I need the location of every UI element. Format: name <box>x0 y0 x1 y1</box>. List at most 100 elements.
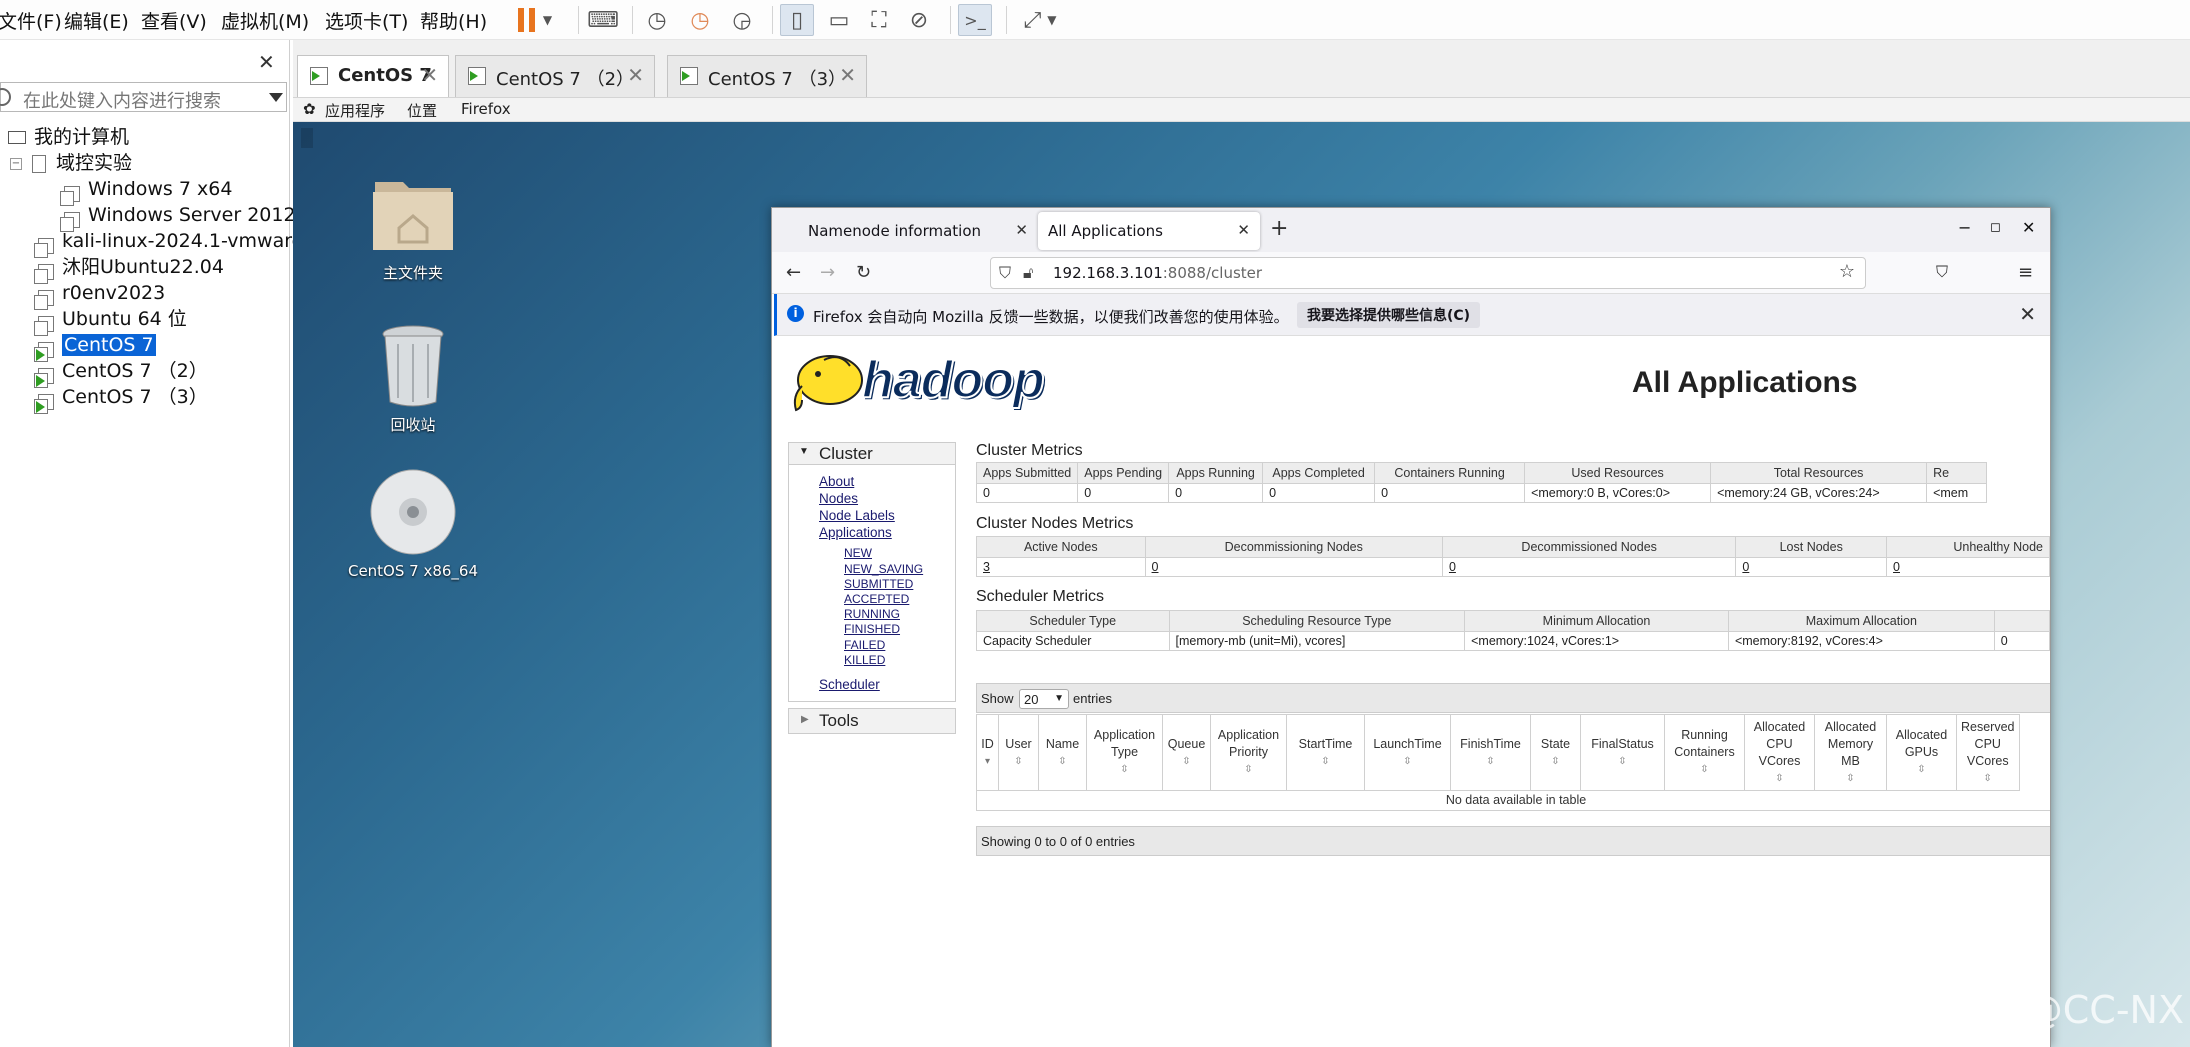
column-finishtime[interactable]: FinishTime ⇳ <box>1450 714 1531 791</box>
decommissioned-nodes-link[interactable]: 0 <box>1441 557 1737 577</box>
column-starttime[interactable]: StartTime ⇳ <box>1286 714 1365 791</box>
nav-link-scheduler[interactable]: Scheduler <box>819 677 880 692</box>
close-icon[interactable]: ✕ <box>839 63 856 87</box>
stretch-button[interactable]: ⤢ ▼ <box>1014 4 1066 36</box>
chevron-down-icon[interactable] <box>269 93 283 102</box>
pause-button[interactable]: ▼ <box>512 4 558 36</box>
tab-centos7-2[interactable]: CentOS 7 （2） ✕ <box>455 55 655 97</box>
nav-state-new[interactable]: NEW <box>844 546 872 560</box>
minimize-button[interactable]: − <box>1958 218 1971 237</box>
tree-item-vm[interactable]: Ubuntu 64 位 <box>34 306 187 336</box>
column-user[interactable]: User ⇳ <box>998 714 1039 791</box>
tab-all-applications[interactable]: All Applications ✕ <box>1038 212 1260 250</box>
shield-icon[interactable]: ⛉ <box>999 263 1011 283</box>
nav-state-running[interactable]: RUNNING <box>844 607 900 621</box>
nav-cluster-header[interactable]: ▼ Cluster <box>789 443 955 465</box>
snapshot-button[interactable]: ◷ <box>640 4 674 36</box>
show-library-button[interactable]: ▯ <box>780 4 814 36</box>
column-id[interactable]: ID ▾ <box>976 714 999 791</box>
send-ctrl-alt-del-button[interactable]: ⌨ <box>586 4 620 36</box>
tree-item-vm[interactable]: Windows 7 x64 <box>60 176 232 206</box>
applications-menu[interactable]: 应用程序 <box>325 100 385 121</box>
column-allocated-cpu-vcores[interactable]: Allocated CPU VCores ⇳ <box>1744 714 1815 791</box>
column-application-priority[interactable]: Application Priority ⇳ <box>1210 714 1287 791</box>
places-menu[interactable]: 位置 <box>407 100 437 121</box>
tree-item-folder[interactable]: − 域控实验 <box>10 150 132 176</box>
nav-state-new-saving[interactable]: NEW_SAVING <box>844 562 923 576</box>
tree-item-my-computer[interactable]: 我的计算机 <box>8 124 129 150</box>
nav-link-about[interactable]: About <box>819 474 854 489</box>
nav-link-nodes[interactable]: Nodes <box>819 491 858 506</box>
menu-edit[interactable]: 编辑(E) <box>64 7 129 34</box>
console-view-button[interactable]: >_ <box>958 4 992 36</box>
unhealthy-nodes-link[interactable]: 0 <box>1886 557 2050 577</box>
close-icon[interactable]: ✕ <box>421 63 438 87</box>
revert-snapshot-button[interactable]: ◷ <box>683 4 717 36</box>
bookmark-star-icon[interactable]: ☆ <box>1839 261 1855 282</box>
lost-nodes-link[interactable]: 0 <box>1735 557 1888 577</box>
close-icon[interactable]: ✕ <box>627 63 644 87</box>
nav-tools-header[interactable]: ▶ Tools <box>788 708 956 734</box>
close-icon[interactable]: ✕ <box>2019 302 2036 326</box>
pocket-icon[interactable]: ⛉ <box>1936 262 1948 282</box>
column-running-containers[interactable]: Running Containers ⇳ <box>1664 714 1745 791</box>
column-reserved-cpu-vcores[interactable]: Reserved CPU VCores ⇳ <box>1956 714 2020 791</box>
vm-icon <box>60 186 80 206</box>
library-search-input[interactable]: 在此处键入内容进行搜索 <box>0 82 287 112</box>
tree-item-vm-selected[interactable]: CentOS 7 <box>34 332 156 362</box>
tree-item-vm[interactable]: CentOS 7 （2） <box>34 358 208 388</box>
close-window-button[interactable]: ✕ <box>2022 218 2035 237</box>
snapshot-manager-button[interactable]: ◶ <box>725 4 759 36</box>
decommissioning-nodes-link[interactable]: 0 <box>1144 557 1443 577</box>
choose-data-button[interactable]: 我要选择提供哪些信息(C) <box>1297 302 1481 328</box>
entries-per-page-select[interactable]: 20 ▼ <box>1019 689 1069 709</box>
desktop-icon-disc[interactable]: CentOS 7 x86_64 <box>339 468 487 580</box>
insecure-lock-icon[interactable]: 🔓︎ <box>1023 263 1033 283</box>
nav-state-killed[interactable]: KILLED <box>844 653 885 667</box>
firefox-menu[interactable]: Firefox <box>461 100 511 118</box>
tree-item-vm[interactable]: 沐阳Ubuntu22.04 <box>34 254 224 284</box>
menu-view[interactable]: 查看(V) <box>141 7 207 34</box>
nav-link-node-labels[interactable]: Node Labels <box>819 508 895 523</box>
desktop-icon-trash[interactable]: 回收站 <box>353 322 473 435</box>
tree-item-vm[interactable]: CentOS 7 （3） <box>34 384 208 414</box>
unity-button[interactable]: ⊘ <box>902 4 936 36</box>
tree-item-vm[interactable]: kali-linux-2024.1-vmware- <box>34 228 310 258</box>
tab-centos7-3[interactable]: CentOS 7 （3） ✕ <box>667 55 867 97</box>
menu-vm[interactable]: 虚拟机(M) <box>221 7 309 34</box>
hamburger-menu-icon[interactable]: ≡ <box>2018 262 2033 283</box>
close-icon[interactable]: ✕ <box>258 50 275 74</box>
tree-item-vm[interactable]: Windows Server 2012 <box>60 202 296 232</box>
column-application-type[interactable]: Application Type ⇳ <box>1086 714 1163 791</box>
active-nodes-link[interactable]: 3 <box>976 557 1146 577</box>
nav-state-accepted[interactable]: ACCEPTED <box>844 592 909 606</box>
thumbnail-bar-button[interactable]: ▭ <box>822 4 856 36</box>
menu-tabs[interactable]: 选项卡(T) <box>325 7 408 34</box>
tree-item-vm[interactable]: r0env2023 <box>34 280 165 310</box>
desktop-icon-home[interactable]: 主文件夹 <box>353 170 473 283</box>
tab-centos7[interactable]: CentOS 7 ✕ <box>297 55 449 97</box>
column-launchtime[interactable]: LaunchTime ⇳ <box>1364 714 1451 791</box>
menu-file[interactable]: 文件(F) <box>0 7 62 34</box>
back-button[interactable]: ← <box>786 262 801 283</box>
full-screen-button[interactable]: ⛶ <box>862 4 896 36</box>
reload-button[interactable]: ↻ <box>856 262 871 283</box>
nav-state-failed[interactable]: FAILED <box>844 638 885 652</box>
maximize-button[interactable]: ◻ <box>1990 220 2001 235</box>
column-queue[interactable]: Queue ⇳ <box>1162 714 1211 791</box>
column-name[interactable]: Name ⇳ <box>1038 714 1087 791</box>
nav-link-applications[interactable]: Applications <box>819 525 892 540</box>
new-tab-button[interactable]: + <box>1270 216 1288 241</box>
column-finalstatus[interactable]: FinalStatus ⇳ <box>1580 714 1665 791</box>
column-state[interactable]: State ⇳ <box>1530 714 1581 791</box>
tab-namenode-information[interactable]: Namenode information ✕ <box>788 212 1038 250</box>
url-bar[interactable]: ⛉ 🔓︎ 192.168.3.101:8088/cluster ☆ <box>990 257 1866 289</box>
nav-state-finished[interactable]: FINISHED <box>844 622 900 636</box>
close-icon[interactable]: ✕ <box>1015 221 1028 239</box>
forward-button[interactable]: → <box>820 262 835 283</box>
column-allocated-memory-mb[interactable]: Allocated Memory MB ⇳ <box>1814 714 1887 791</box>
close-icon[interactable]: ✕ <box>1237 221 1250 239</box>
menu-help[interactable]: 帮助(H) <box>420 7 487 34</box>
nav-state-submitted[interactable]: SUBMITTED <box>844 577 913 591</box>
column-allocated-gpus[interactable]: Allocated GPUs ⇳ <box>1886 714 1957 791</box>
